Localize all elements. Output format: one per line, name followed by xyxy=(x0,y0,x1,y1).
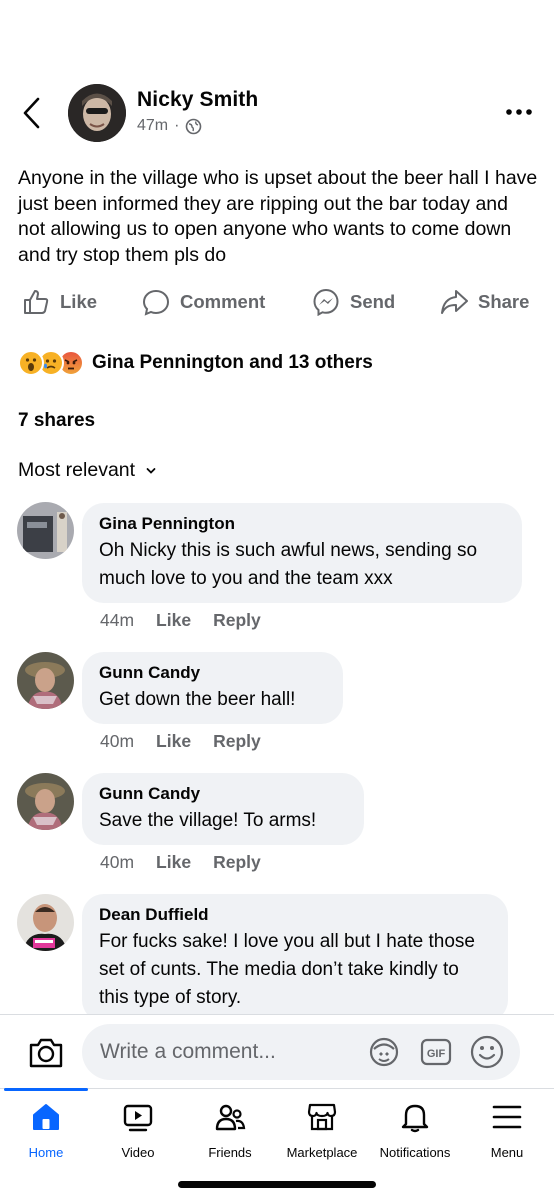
commenter-avatar[interactable] xyxy=(17,652,74,709)
back-button[interactable] xyxy=(18,96,48,130)
comment-text: Save the village! To arms! xyxy=(99,810,317,831)
home-indicator xyxy=(178,1181,376,1188)
comment-clip: Dean Duffield For fucks sake! I love you… xyxy=(82,894,508,1014)
tab-home[interactable]: Home xyxy=(0,1088,92,1169)
tab-marketplace[interactable]: Marketplace xyxy=(276,1089,368,1169)
post-actions: Like Comment Send Share xyxy=(0,288,554,328)
emoji-button[interactable] xyxy=(469,1034,505,1075)
comment-meta: 44m Like Reply xyxy=(100,610,261,631)
post-time: 47m xyxy=(137,117,169,134)
video-icon xyxy=(123,1104,153,1132)
comment-time: 40m xyxy=(100,852,135,872)
more-options-button[interactable] xyxy=(500,100,540,120)
sort-label: Most relevant xyxy=(18,459,136,481)
comment-author[interactable]: Gunn Candy xyxy=(99,662,325,684)
author-avatar[interactable] xyxy=(68,84,126,142)
home-icon xyxy=(33,1104,59,1130)
reactions-label: Gina Pennington and 13 others xyxy=(92,352,373,373)
more-dots-icon xyxy=(506,109,532,115)
tab-label: Menu xyxy=(490,1145,524,1160)
shares-count[interactable]: 7 shares xyxy=(18,410,95,432)
messenger-icon xyxy=(313,288,339,316)
send-button[interactable]: Send xyxy=(312,288,395,316)
comment-bubble[interactable]: Dean Duffield For fucks sake! I love you… xyxy=(82,894,508,1014)
tab-friends[interactable]: Friends xyxy=(184,1089,276,1169)
tab-menu[interactable]: Menu xyxy=(461,1089,553,1169)
comment-time: 44m xyxy=(100,610,135,630)
post-body: Anyone in the village who is upset about… xyxy=(18,167,538,266)
friends-icon xyxy=(215,1104,246,1131)
tab-video[interactable]: Video xyxy=(92,1089,184,1169)
bell-icon xyxy=(401,1104,429,1133)
wow-emoji-icon xyxy=(18,350,44,376)
comment-bubble[interactable]: Gina Pennington Oh Nicky this is such aw… xyxy=(82,503,522,603)
commenter-avatar[interactable] xyxy=(17,502,74,559)
author-name[interactable]: Nicky Smith xyxy=(137,88,258,112)
menu-icon xyxy=(492,1105,522,1129)
comment-reply-button[interactable]: Reply xyxy=(213,731,261,752)
chevron-down-icon xyxy=(146,467,156,474)
globe-icon xyxy=(186,118,202,134)
comment-author[interactable]: Gina Pennington xyxy=(99,513,504,535)
comment-reply-button[interactable]: Reply xyxy=(213,610,261,631)
comment-bubble[interactable]: Gunn Candy Save the village! To arms! xyxy=(82,773,364,845)
comment-meta: 40m Like Reply xyxy=(100,731,261,752)
comment-button[interactable]: Comment xyxy=(142,288,265,316)
marketplace-icon xyxy=(307,1103,337,1131)
active-tab-indicator xyxy=(4,1088,88,1091)
smiley-icon xyxy=(470,1035,504,1069)
comment-author[interactable]: Gunn Candy xyxy=(99,783,346,805)
bottom-tab-bar: Home Video Friends Marketplace Notificat… xyxy=(0,1088,554,1169)
comment-reply-button[interactable]: Reply xyxy=(213,852,261,873)
comment-author[interactable]: Dean Duffield xyxy=(99,904,490,926)
gif-icon: GIF xyxy=(420,1038,452,1066)
like-button[interactable]: Like xyxy=(22,288,97,316)
comment-like-button[interactable]: Like xyxy=(156,852,191,873)
reactions-summary[interactable]: Gina Pennington and 13 others xyxy=(18,350,373,376)
thumbs-up-icon xyxy=(24,290,49,314)
comment-text: Get down the beer hall! xyxy=(99,689,296,710)
comment-sort-dropdown[interactable]: Most relevant xyxy=(18,459,157,482)
comment-like-button[interactable]: Like xyxy=(156,731,191,752)
post-meta: 47m · xyxy=(137,117,202,135)
camera-icon xyxy=(29,1038,63,1068)
avatar-sticker-icon xyxy=(369,1037,399,1067)
svg-text:GIF: GIF xyxy=(427,1048,446,1060)
avatar-sticker-button[interactable] xyxy=(367,1036,401,1073)
comment-text: For fucks sake! I love you all but I hat… xyxy=(99,931,475,1008)
gif-button[interactable]: GIF xyxy=(420,1037,452,1072)
camera-button[interactable] xyxy=(26,1033,66,1073)
comment-text: Oh Nicky this is such awful news, sendin… xyxy=(99,540,478,589)
commenter-avatar[interactable] xyxy=(17,773,74,830)
comment-meta: 40m Like Reply xyxy=(100,852,261,873)
share-icon xyxy=(441,290,468,314)
commenter-avatar[interactable] xyxy=(17,894,74,951)
comment-bubble[interactable]: Gunn Candy Get down the beer hall! xyxy=(82,652,343,724)
comment-like-button[interactable]: Like xyxy=(156,610,191,631)
composer-divider xyxy=(0,1014,554,1015)
share-button[interactable]: Share xyxy=(440,288,529,316)
comment-icon xyxy=(142,289,170,316)
comment-input-placeholder: Write a comment... xyxy=(100,1040,276,1063)
tab-notifications[interactable]: Notifications xyxy=(369,1089,461,1169)
comment-time: 40m xyxy=(100,731,135,751)
chevron-left-icon xyxy=(23,97,40,129)
